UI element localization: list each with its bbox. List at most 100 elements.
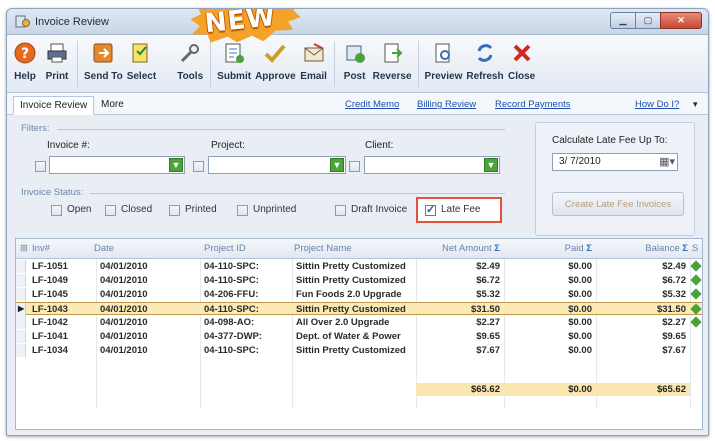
toolbar: ? Help Print Send To Select Tools Submit… <box>7 35 708 93</box>
invoice-filter-checkbox[interactable] <box>35 161 46 172</box>
send-to-button[interactable]: Send To <box>84 39 123 82</box>
approve-button[interactable]: Approve <box>255 39 296 82</box>
col-header-project-id[interactable]: Project ID <box>204 243 246 254</box>
row-header[interactable]: ▶ <box>16 303 26 316</box>
green-arrow-icon[interactable]: ▼ <box>484 158 498 172</box>
table-row[interactable]: LF-1051 04/01/2010 04-110-SPC: Sittin Prett… <box>16 260 702 273</box>
cell-project-name: Dept. of Water & Power <box>296 331 401 342</box>
cell-balance: $7.67 <box>662 345 686 356</box>
cell-paid: $0.00 <box>568 317 592 328</box>
printer-icon <box>43 39 71 67</box>
table-row[interactable]: LF-1045 04/01/2010 04-206-FFU: Fun Foods 2.… <box>16 288 702 301</box>
closed-checkbox[interactable] <box>105 205 116 216</box>
unprinted-label: Unprinted <box>253 204 297 215</box>
cell-project-name: Fun Foods 2.0 Upgrade <box>296 289 402 300</box>
table-row[interactable]: LF-1034 04/01/2010 04-110-SPC: Sittin Prett… <box>16 344 702 357</box>
calendar-icon[interactable]: ▦▾ <box>659 155 675 168</box>
client-combo[interactable]: ▼ <box>364 156 500 174</box>
select-button[interactable]: Select <box>127 39 156 82</box>
current-row-arrow-icon: ▶ <box>18 304 25 313</box>
preview-button[interactable]: Preview <box>425 39 462 82</box>
col-header-project-name[interactable]: Project Name <box>294 243 352 254</box>
draft-invoice-label: Draft Invoice <box>351 204 408 215</box>
col-header-net-amount[interactable]: Net Amount Σ <box>408 243 500 254</box>
cell-project-id: 04-110-SPC: <box>204 304 259 315</box>
status-diamond-icon <box>690 260 702 272</box>
late-fee-label: Late Fee <box>441 204 481 215</box>
status-diamond-icon <box>690 274 702 286</box>
row-header[interactable] <box>16 316 26 329</box>
cell-net-amount: $9.65 <box>476 331 500 342</box>
unprinted-checkbox[interactable] <box>237 205 248 216</box>
invoice-combo[interactable]: ▼ <box>49 156 185 174</box>
printed-checkbox[interactable] <box>169 205 180 216</box>
help-button[interactable]: ? Help <box>11 39 39 82</box>
table-row[interactable]: LF-1042 04/01/2010 04-098-AO: All Over 2.0 … <box>16 316 702 329</box>
project-combo[interactable]: ▼ <box>208 156 346 174</box>
project-filter-checkbox[interactable] <box>193 161 204 172</box>
invoice-status-label: Invoice Status: <box>21 187 84 198</box>
title-bar[interactable]: Invoice Review ▁ ▢ ✕ <box>7 9 708 35</box>
cell-project-id: 04-377-DWP: <box>204 331 263 342</box>
grid-settings-icon[interactable]: ⊞ <box>20 243 28 254</box>
how-do-i-dropdown-icon[interactable]: ▾ <box>693 99 698 110</box>
reverse-icon <box>378 39 406 67</box>
col-header-paid[interactable]: Paid Σ <box>516 243 592 254</box>
row-header[interactable] <box>16 274 26 287</box>
cell-project-id: 04-110-SPC: <box>204 275 259 286</box>
cell-project-name: Sittin Pretty Customized <box>296 261 406 272</box>
create-late-fee-invoices-button[interactable]: Create Late Fee Invoices <box>552 192 684 216</box>
open-checkbox[interactable] <box>51 205 62 216</box>
cell-net-amount: $5.32 <box>476 289 500 300</box>
table-row[interactable]: ▶ LF-1043 04/01/2010 04-110-SPC: Sittin Pret… <box>16 302 702 316</box>
row-header[interactable] <box>16 330 26 343</box>
minimize-button[interactable]: ▁ <box>610 12 636 29</box>
calc-late-fee-label: Calculate Late Fee Up To: <box>552 135 668 146</box>
close-button[interactable]: Close <box>508 39 536 82</box>
close-window-button[interactable]: ✕ <box>660 12 702 29</box>
row-header[interactable] <box>16 260 26 273</box>
help-icon: ? <box>11 39 39 67</box>
invoice-label: Invoice #: <box>47 140 90 151</box>
credit-memo-link[interactable]: Credit Memo <box>345 99 399 110</box>
client-filter-checkbox[interactable] <box>349 161 360 172</box>
table-row[interactable]: LF-1041 04/01/2010 04-377-DWP: Dept. of Wat… <box>16 330 702 343</box>
table-row[interactable]: LF-1049 04/01/2010 04-110-SPC: Sittin Prett… <box>16 274 702 287</box>
col-header-s[interactable]: S <box>692 243 698 254</box>
reverse-button[interactable]: Reverse <box>373 39 412 82</box>
green-arrow-icon[interactable]: ▼ <box>330 158 344 172</box>
preview-icon <box>429 39 457 67</box>
cell-inv: LF-1049 <box>32 275 68 286</box>
cell-project-name: All Over 2.0 Upgrade <box>296 317 390 328</box>
total-paid: $0.00 <box>504 383 596 396</box>
record-payments-link[interactable]: Record Payments <box>495 99 571 110</box>
how-do-i-link[interactable]: How Do I? <box>635 99 679 110</box>
col-header-date[interactable]: Date <box>94 243 114 254</box>
filter-panel: Filters: Invoice #: ▼ Project: ▼ Client:… <box>15 122 697 236</box>
filters-group-label: Filters: <box>21 123 50 134</box>
cell-balance: $31.50 <box>656 304 686 315</box>
row-header[interactable] <box>16 344 26 357</box>
row-header[interactable] <box>16 288 26 301</box>
cell-date: 04/01/2010 <box>100 317 148 328</box>
green-arrow-icon[interactable]: ▼ <box>169 158 183 172</box>
billing-review-link[interactable]: Billing Review <box>417 99 476 110</box>
email-button[interactable]: Email <box>300 39 328 82</box>
close-icon <box>508 39 536 67</box>
post-button[interactable]: Post <box>341 39 369 82</box>
late-fee-checkbox[interactable] <box>425 203 436 216</box>
cell-balance: $2.27 <box>662 317 686 328</box>
draft-invoice-checkbox[interactable] <box>335 205 346 216</box>
window-title: Invoice Review <box>35 16 109 28</box>
print-button[interactable]: Print <box>43 39 71 82</box>
maximize-button[interactable]: ▢ <box>635 12 661 29</box>
refresh-button[interactable]: Refresh <box>466 39 504 82</box>
col-header-inv[interactable]: Inv# <box>32 243 50 254</box>
cell-paid: $0.00 <box>568 275 592 286</box>
invoice-grid: ⊞ Inv# Date Project ID Project Name Net … <box>15 238 703 430</box>
late-fee-date-input[interactable]: 3/ 7/2010 ▦▾ <box>552 153 678 171</box>
tab-invoice-review[interactable]: Invoice Review <box>13 96 95 115</box>
tab-more[interactable]: More <box>95 96 130 115</box>
col-header-balance[interactable]: Balance Σ <box>604 243 688 254</box>
cell-net-amount: $7.67 <box>476 345 500 356</box>
